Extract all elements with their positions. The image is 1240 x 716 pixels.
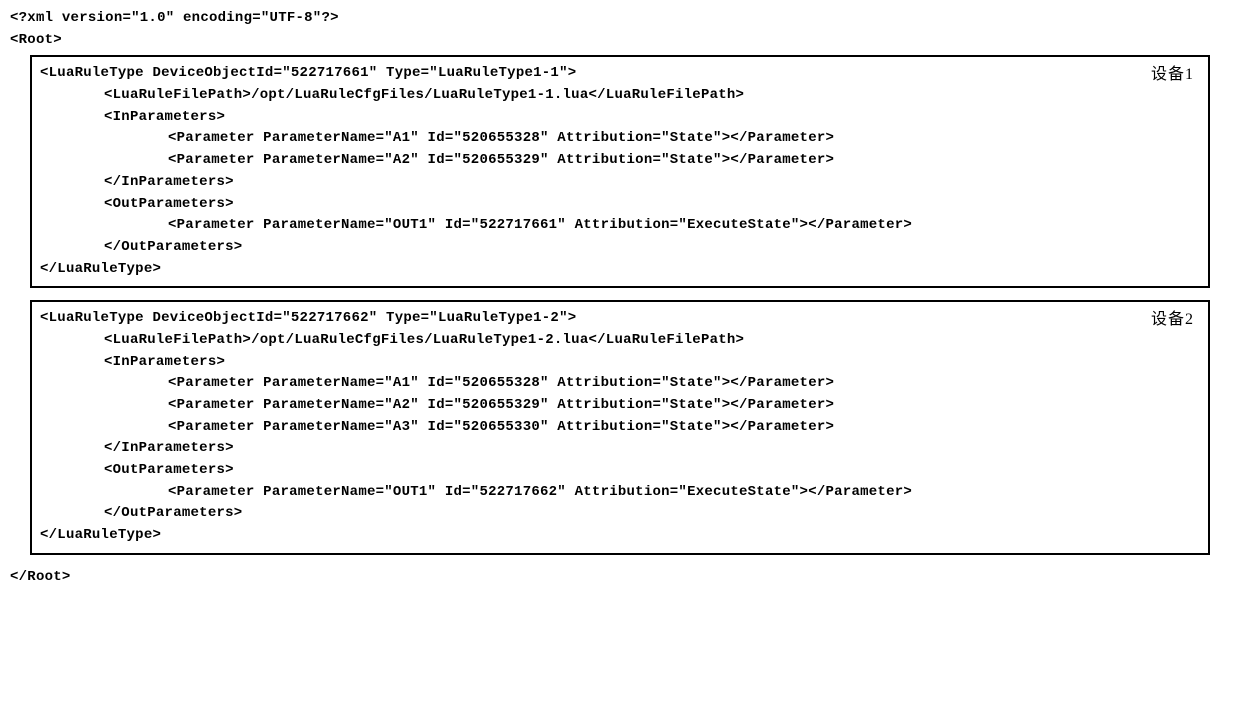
outparameters-open: <OutParameters> — [40, 460, 1200, 482]
outparameters-close: </OutParameters> — [40, 503, 1200, 525]
outparameters-open: <OutParameters> — [40, 194, 1200, 216]
parameter-line: <Parameter ParameterName="OUT1" Id="5227… — [40, 215, 1200, 237]
inparameters-open: <InParameters> — [40, 352, 1200, 374]
device-block-2: 设备2 <LuaRuleType DeviceObjectId="5227176… — [30, 300, 1210, 555]
inparameters-open: <InParameters> — [40, 107, 1200, 129]
luaruletype-close: </LuaRuleType> — [40, 259, 1200, 281]
filepath-close: </LuaRuleFilePath> — [588, 332, 744, 348]
filepath-value: /opt/LuaRuleCfgFiles/LuaRuleType1-2.lua — [251, 332, 588, 348]
parameter-line: <Parameter ParameterName="OUT1" Id="5227… — [40, 482, 1200, 504]
device-label: 设备1 — [1151, 63, 1194, 88]
device-label: 设备2 — [1151, 308, 1194, 333]
filepath-open: <LuaRuleFilePath> — [104, 332, 251, 348]
inparameters-close: </InParameters> — [40, 172, 1200, 194]
luaruletype-open: <LuaRuleType DeviceObjectId="522717662" … — [40, 308, 1200, 330]
parameter-line: <Parameter ParameterName="A2" Id="520655… — [40, 395, 1200, 417]
luaruletype-open: <LuaRuleType DeviceObjectId="522717661" … — [40, 63, 1200, 85]
inparameters-close: </InParameters> — [40, 438, 1200, 460]
luarulefilepath: <LuaRuleFilePath>/opt/LuaRuleCfgFiles/Lu… — [40, 85, 1200, 107]
luaruletype-close: </LuaRuleType> — [40, 525, 1200, 547]
filepath-close: </LuaRuleFilePath> — [588, 87, 744, 103]
parameter-line: <Parameter ParameterName="A1" Id="520655… — [40, 128, 1200, 150]
root-open-tag: <Root> — [10, 30, 1230, 52]
root-close-tag: </Root> — [10, 567, 1230, 589]
parameter-line: <Parameter ParameterName="A2" Id="520655… — [40, 150, 1200, 172]
xml-declaration: <?xml version="1.0" encoding="UTF-8"?> — [10, 8, 1230, 30]
parameter-line: <Parameter ParameterName="A1" Id="520655… — [40, 373, 1200, 395]
filepath-open: <LuaRuleFilePath> — [104, 87, 251, 103]
luarulefilepath: <LuaRuleFilePath>/opt/LuaRuleCfgFiles/Lu… — [40, 330, 1200, 352]
outparameters-close: </OutParameters> — [40, 237, 1200, 259]
filepath-value: /opt/LuaRuleCfgFiles/LuaRuleType1-1.lua — [251, 87, 588, 103]
device-block-1: 设备1 <LuaRuleType DeviceObjectId="5227176… — [30, 55, 1210, 288]
parameter-line: <Parameter ParameterName="A3" Id="520655… — [40, 417, 1200, 439]
